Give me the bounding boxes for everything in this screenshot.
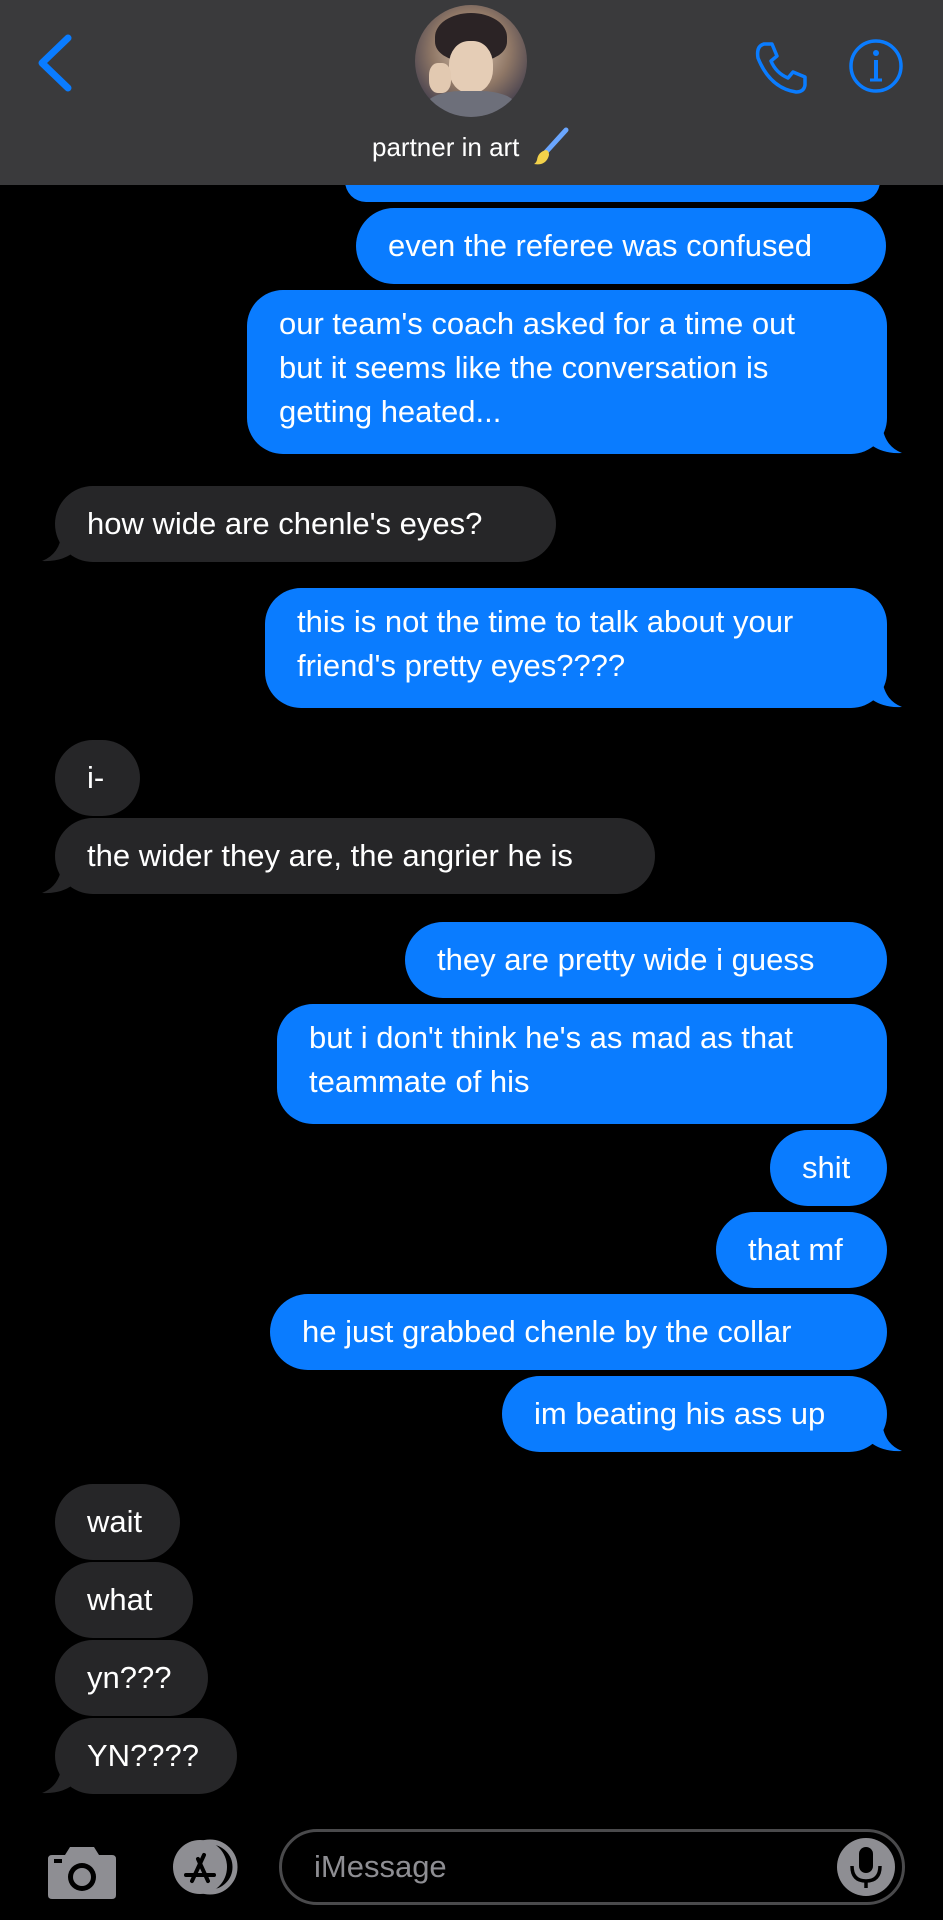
back-button[interactable] — [30, 28, 80, 98]
conversation-header: partner in art — [0, 0, 943, 185]
message-bubble-sent[interactable]: but i don't think he's as mad as that te… — [277, 1004, 887, 1124]
message-bubble-sent[interactable]: even the referee was confused — [356, 208, 886, 284]
message-bubble-received[interactable]: what — [55, 1562, 193, 1638]
camera-button[interactable] — [46, 1841, 118, 1901]
message-bubble-received[interactable]: the wider they are, the angrier he is — [55, 818, 655, 894]
message-bubble-sent[interactable]: that mf — [716, 1212, 887, 1288]
message-bubble-sent[interactable]: this is not the time to talk about your … — [265, 588, 887, 708]
bubble-tail — [42, 1764, 76, 1794]
microphone-icon — [837, 1838, 895, 1896]
bubble-tail — [868, 678, 902, 708]
app-store-icon — [173, 1839, 238, 1895]
message-bubble-received[interactable]: wait — [55, 1484, 180, 1560]
bubble-tail — [868, 424, 902, 454]
message-input[interactable] — [279, 1829, 905, 1905]
info-icon — [849, 39, 903, 93]
contact-avatar[interactable] — [415, 5, 527, 117]
message-bubble-sent[interactable]: shit — [770, 1130, 887, 1206]
back-icon — [38, 34, 72, 92]
paintbrush-icon — [534, 127, 569, 165]
message-bubble-received[interactable]: how wide are chenle's eyes? — [55, 486, 556, 562]
call-button[interactable] — [750, 38, 810, 98]
message-bubble-received[interactable]: i- — [55, 740, 140, 816]
message-bubble-sent[interactable]: he just grabbed chenle by the collar — [270, 1294, 887, 1370]
info-button[interactable] — [848, 38, 904, 94]
phone-icon — [755, 42, 807, 94]
message-bubble-received[interactable]: YN???? — [55, 1718, 237, 1794]
message-composer — [0, 1815, 943, 1920]
message-bubble-sent[interactable]: im beating his ass up — [502, 1376, 887, 1452]
contact-name[interactable]: partner in art — [372, 132, 519, 163]
message-bubble-sent[interactable]: our team's coach asked for a time out bu… — [247, 290, 887, 454]
message-bubble-sent[interactable]: they are pretty wide i guess — [405, 922, 887, 998]
bubble-tail — [42, 532, 76, 562]
camera-icon — [48, 1847, 116, 1899]
app-store-button[interactable] — [160, 1837, 240, 1897]
bubble-tail — [42, 864, 76, 894]
dictation-button[interactable] — [836, 1837, 896, 1897]
message-bubble-received[interactable]: yn??? — [55, 1640, 208, 1716]
bubble-tail — [868, 1422, 902, 1452]
